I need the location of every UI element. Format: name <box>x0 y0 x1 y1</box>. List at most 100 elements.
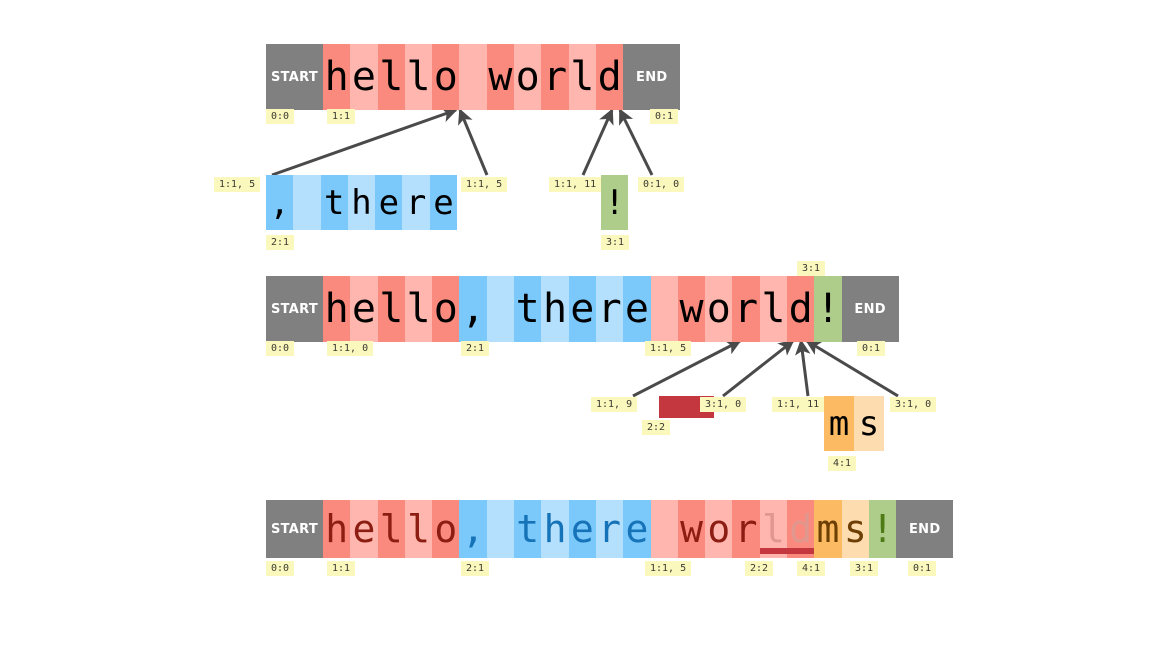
char-cell: o <box>432 500 460 558</box>
char-cell: r <box>595 276 624 342</box>
index-tag: 0:1, 0 <box>638 177 685 192</box>
final-document-row: START h e l l o, there w o r l d m s! END <box>266 500 954 558</box>
index-tag: 2:1 <box>461 341 490 356</box>
deletion-underline <box>787 548 815 554</box>
char-cell: e <box>375 175 403 230</box>
index-tag: 0:0 <box>266 561 295 576</box>
index-tag: 0:1 <box>857 341 886 356</box>
index-tag: 0:0 <box>266 341 295 356</box>
char-cell: h <box>347 175 376 230</box>
original-document-row: START h e l l o w o r l d END <box>266 44 681 110</box>
arrow-ms-start-to-row2 <box>795 339 811 397</box>
start-marker: START <box>266 500 323 558</box>
index-tag: 3:1 <box>601 235 630 250</box>
index-tag: 4:1 <box>828 456 857 471</box>
index-tag: 1:1, 5 <box>645 341 692 356</box>
arrow-bang-start-to-row1 <box>581 108 614 176</box>
char-cell: d <box>787 500 815 558</box>
index-tag: 1:1, 5 <box>214 177 261 192</box>
char-cell <box>459 44 487 110</box>
char-cell: t <box>514 500 542 558</box>
char-cell <box>650 500 678 558</box>
char-cell: t <box>514 276 542 342</box>
char-cell: l <box>404 44 433 110</box>
char-cell: l <box>377 276 405 342</box>
char-cell: o <box>705 276 733 342</box>
insert-fragment-comma-there: , there <box>266 175 458 230</box>
char-cell: , <box>459 276 487 342</box>
index-tag: 2:1 <box>461 561 490 576</box>
char-cell: o <box>514 44 542 110</box>
char-cell: h <box>541 276 569 342</box>
char-cell: l <box>404 500 433 558</box>
index-tag: 1:1, 11 <box>772 397 825 412</box>
char-cell: s <box>854 396 884 451</box>
char-cell: o <box>432 276 460 342</box>
deletion-underline <box>759 548 788 554</box>
char-cell: e <box>350 44 378 110</box>
start-marker: START <box>266 276 323 342</box>
char-cell: d <box>787 276 815 342</box>
index-tag: 2:2 <box>745 561 774 576</box>
index-tag: 1:1, 5 <box>461 177 508 192</box>
char-cell <box>293 175 321 230</box>
end-marker: END <box>896 500 954 558</box>
char-cell: h <box>323 276 351 342</box>
char-cell: w <box>677 500 706 558</box>
char-cell: e <box>568 500 596 558</box>
char-cell: l <box>377 44 405 110</box>
char-cell: e <box>568 276 596 342</box>
index-tag: 1:1, 9 <box>591 397 638 412</box>
char-cell: r <box>595 500 624 558</box>
char-cell: r <box>402 175 430 230</box>
char-cell: m <box>824 396 854 451</box>
arrow-delete-end-to-row2 <box>722 339 795 398</box>
index-tag: 1:1 <box>327 561 356 576</box>
char-cell: t <box>320 175 348 230</box>
char-cell <box>659 396 687 418</box>
index-tag: 1:1, 5 <box>645 561 692 576</box>
char-cell: l <box>759 276 788 342</box>
char-cell: e <box>623 276 651 342</box>
index-tag: 4:1 <box>797 561 826 576</box>
char-cell: e <box>350 500 378 558</box>
char-cell: ! <box>814 276 842 342</box>
char-cell: r <box>541 44 569 110</box>
char-cell: , <box>266 175 294 230</box>
arrow-there-start-to-row1 <box>271 107 458 177</box>
diagram-canvas: START h e l l o w o r l d END 0:0 1:1 0:1 START h e l l o, … <box>0 0 1152 648</box>
char-cell: l <box>377 500 405 558</box>
char-cell: h <box>541 500 569 558</box>
index-tag: 2:1 <box>266 235 295 250</box>
char-cell <box>650 276 678 342</box>
char-cell: h <box>323 500 351 558</box>
char-cell: ! <box>868 500 897 558</box>
char-cell: e <box>623 500 651 558</box>
char-cell: r <box>732 276 760 342</box>
end-marker: END <box>623 44 681 110</box>
index-tag: 3:1 <box>850 561 879 576</box>
char-cell: l <box>404 276 433 342</box>
index-tag: 3:1, 0 <box>890 397 937 412</box>
insert-fragment-exclamation: ! <box>601 175 629 230</box>
char-cell: l <box>759 500 788 558</box>
index-tag: 1:1 <box>327 109 356 124</box>
index-tag: 0:1 <box>650 109 679 124</box>
char-cell: o <box>432 44 460 110</box>
char-cell: w <box>486 44 515 110</box>
end-marker: END <box>841 276 899 342</box>
char-cell: r <box>732 500 760 558</box>
char-cell: d <box>595 44 624 110</box>
char-cell <box>486 276 515 342</box>
char-cell: s <box>841 500 869 558</box>
char-cell: w <box>677 276 706 342</box>
char-cell: o <box>705 500 733 558</box>
index-tag: 1:1, 0 <box>327 341 374 356</box>
index-tag: 0:1 <box>908 561 937 576</box>
char-cell: e <box>429 175 458 230</box>
arrow-there-end-to-row1 <box>458 108 489 176</box>
arrow-bang-end-to-row1 <box>618 108 654 176</box>
char-cell: ! <box>601 175 629 230</box>
char-cell: l <box>568 44 596 110</box>
merged-document-row: START h e l l o, there w o r l d! END <box>266 276 899 342</box>
